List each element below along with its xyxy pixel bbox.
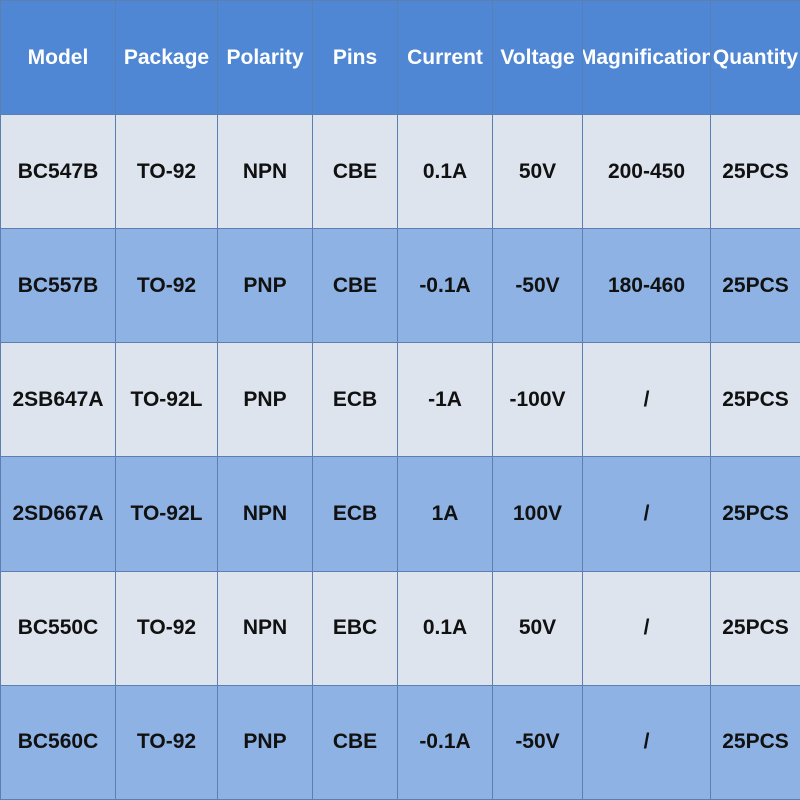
cell-model: BC557B — [0, 228, 116, 344]
cell-quantity: 25PCS — [710, 570, 800, 686]
cell-polarity: PNP — [217, 684, 313, 800]
cell-current: -0.1A — [397, 684, 493, 800]
cell-magnification: / — [582, 342, 711, 458]
cell-quantity: 25PCS — [710, 113, 800, 230]
cell-polarity: PNP — [217, 228, 313, 344]
cell-magnification: / — [582, 684, 711, 800]
cell-current: 0.1A — [397, 113, 493, 230]
cell-quantity: 25PCS — [710, 228, 800, 344]
header-quantity: Quantity — [710, 0, 800, 115]
cell-magnification: 180-460 — [582, 228, 711, 344]
cell-package: TO-92 — [115, 113, 218, 230]
header-package: Package — [115, 0, 218, 115]
cell-model: 2SB647A — [0, 342, 116, 458]
cell-magnification: / — [582, 570, 711, 686]
header-pins: Pins — [312, 0, 398, 115]
cell-current: -1A — [397, 342, 493, 458]
header-polarity: Polarity — [217, 0, 313, 115]
cell-model: BC547B — [0, 113, 116, 230]
header-model: Model — [0, 0, 116, 115]
cell-magnification: 200-450 — [582, 113, 711, 230]
cell-pins: EBC — [312, 570, 398, 686]
cell-pins: ECB — [312, 342, 398, 458]
cell-polarity: NPN — [217, 113, 313, 230]
table-row: 2SD667A TO-92L NPN ECB 1A 100V / 25PCS — [0, 456, 800, 572]
table-row: BC557B TO-92 PNP CBE -0.1A -50V 180-460 … — [0, 228, 800, 344]
table-row: BC547B TO-92 NPN CBE 0.1A 50V 200-450 25… — [0, 113, 800, 230]
table-row: BC560C TO-92 PNP CBE -0.1A -50V / 25PCS — [0, 684, 800, 800]
cell-voltage: -50V — [492, 684, 583, 800]
cell-pins: CBE — [312, 684, 398, 800]
header-current: Current — [397, 0, 493, 115]
cell-package: TO-92 — [115, 570, 218, 686]
cell-quantity: 25PCS — [710, 684, 800, 800]
cell-model: 2SD667A — [0, 456, 116, 572]
header-row: Model Package Polarity Pins Current Volt… — [0, 0, 800, 115]
cell-polarity: PNP — [217, 342, 313, 458]
cell-pins: ECB — [312, 456, 398, 572]
cell-model: BC560C — [0, 684, 116, 800]
cell-magnification: / — [582, 456, 711, 572]
cell-model: BC550C — [0, 570, 116, 686]
table-row: BC550C TO-92 NPN EBC 0.1A 50V / 25PCS — [0, 570, 800, 686]
cell-current: 0.1A — [397, 570, 493, 686]
header-magnification: Magnification — [582, 0, 711, 115]
cell-polarity: NPN — [217, 456, 313, 572]
cell-package: TO-92 — [115, 684, 218, 800]
cell-package: TO-92L — [115, 342, 218, 458]
cell-quantity: 25PCS — [710, 456, 800, 572]
cell-current: -0.1A — [397, 228, 493, 344]
cell-package: TO-92L — [115, 456, 218, 572]
cell-voltage: 50V — [492, 113, 583, 230]
header-voltage: Voltage — [492, 0, 583, 115]
cell-voltage: -100V — [492, 342, 583, 458]
cell-current: 1A — [397, 456, 493, 572]
cell-voltage: -50V — [492, 228, 583, 344]
cell-pins: CBE — [312, 113, 398, 230]
cell-package: TO-92 — [115, 228, 218, 344]
header-magnification-label: Magnification — [583, 45, 710, 69]
table-row: 2SB647A TO-92L PNP ECB -1A -100V / 25PCS — [0, 342, 800, 458]
cell-voltage: 50V — [492, 570, 583, 686]
cell-quantity: 25PCS — [710, 342, 800, 458]
transistor-spec-table: Model Package Polarity Pins Current Volt… — [0, 0, 800, 800]
cell-voltage: 100V — [492, 456, 583, 572]
cell-pins: CBE — [312, 228, 398, 344]
cell-polarity: NPN — [217, 570, 313, 686]
